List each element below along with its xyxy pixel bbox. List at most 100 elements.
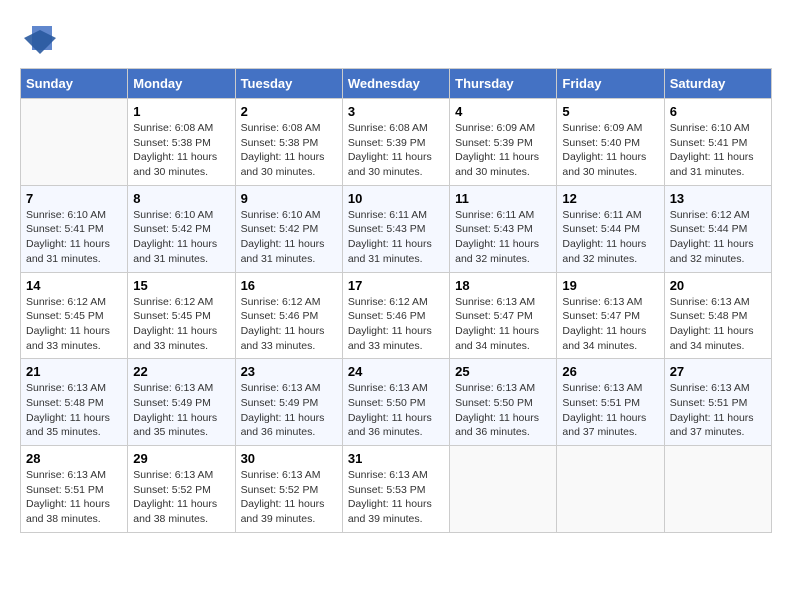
calendar-cell — [557, 446, 664, 533]
header-tuesday: Tuesday — [235, 69, 342, 99]
day-info: Sunrise: 6:13 AMSunset: 5:49 PMDaylight:… — [241, 381, 337, 440]
calendar-header-row: SundayMondayTuesdayWednesdayThursdayFrid… — [21, 69, 772, 99]
day-number: 28 — [26, 451, 122, 466]
calendar-cell: 24 Sunrise: 6:13 AMSunset: 5:50 PMDayligh… — [342, 359, 449, 446]
calendar-table: SundayMondayTuesdayWednesdayThursdayFrid… — [20, 68, 772, 533]
day-info: Sunrise: 6:11 AMSunset: 5:43 PMDaylight:… — [455, 208, 551, 267]
day-info: Sunrise: 6:12 AMSunset: 5:46 PMDaylight:… — [241, 295, 337, 354]
header-saturday: Saturday — [664, 69, 771, 99]
logo-icon — [24, 22, 56, 58]
calendar-week-5: 28Sunrise: 6:13 AMSunset: 5:51 PMDayligh… — [21, 446, 772, 533]
day-info: Sunrise: 6:12 AMSunset: 5:45 PMDaylight:… — [133, 295, 229, 354]
day-info: Sunrise: 6:13 AMSunset: 5:49 PMDaylight:… — [133, 381, 229, 440]
day-number: 20 — [670, 278, 766, 293]
day-info: Sunrise: 6:09 AMSunset: 5:40 PMDaylight:… — [562, 121, 658, 180]
day-info: Sunrise: 6:13 AMSunset: 5:50 PMDaylight:… — [348, 381, 444, 440]
calendar-cell: 22Sunrise: 6:13 AMSunset: 5:49 PMDayligh… — [128, 359, 235, 446]
day-info: Sunrise: 6:10 AMSunset: 5:41 PMDaylight:… — [26, 208, 122, 267]
day-number: 14 — [26, 278, 122, 293]
calendar-cell: 7 Sunrise: 6:10 AMSunset: 5:41 PMDaylight… — [21, 185, 128, 272]
day-number: 25 — [455, 364, 551, 379]
day-info: Sunrise: 6:13 AMSunset: 5:52 PMDaylight:… — [241, 468, 337, 527]
day-info: Sunrise: 6:13 AMSunset: 5:50 PMDaylight:… — [455, 381, 551, 440]
day-number: 27 — [670, 364, 766, 379]
calendar-cell: 5Sunrise: 6:09 AMSunset: 5:40 PMDaylight… — [557, 99, 664, 186]
day-number: 17 — [348, 278, 444, 293]
day-number: 18 — [455, 278, 551, 293]
calendar-cell: 12Sunrise: 6:11 AMSunset: 5:44 PMDayligh… — [557, 185, 664, 272]
calendar-cell: 17 Sunrise: 6:12 AMSunset: 5:46 PMDayligh… — [342, 272, 449, 359]
day-number: 30 — [241, 451, 337, 466]
day-info: Sunrise: 6:13 AMSunset: 5:47 PMDaylight:… — [455, 295, 551, 354]
calendar-cell: 16 Sunrise: 6:12 AMSunset: 5:46 PMDayligh… — [235, 272, 342, 359]
day-info: Sunrise: 6:12 AMSunset: 5:45 PMDaylight:… — [26, 295, 122, 354]
calendar-cell: 19 Sunrise: 6:13 AMSunset: 5:47 PMDayligh… — [557, 272, 664, 359]
day-info: Sunrise: 6:13 AMSunset: 5:53 PMDaylight:… — [348, 468, 444, 527]
day-number: 12 — [562, 191, 658, 206]
calendar-cell: 26 Sunrise: 6:13 AMSunset: 5:51 PMDayligh… — [557, 359, 664, 446]
calendar-cell: 14 Sunrise: 6:12 AMSunset: 5:45 PMDayligh… — [21, 272, 128, 359]
calendar-cell: 20 Sunrise: 6:13 AMSunset: 5:48 PMDayligh… — [664, 272, 771, 359]
calendar-cell: 6 Sunrise: 6:10 AMSunset: 5:41 PMDaylight… — [664, 99, 771, 186]
header-thursday: Thursday — [450, 69, 557, 99]
calendar-cell: 1 Sunrise: 6:08 AMSunset: 5:38 PMDaylight… — [128, 99, 235, 186]
calendar-week-4: 21Sunrise: 6:13 AMSunset: 5:48 PMDayligh… — [21, 359, 772, 446]
page-header — [20, 20, 772, 58]
day-number: 24 — [348, 364, 444, 379]
day-number: 6 — [670, 104, 766, 119]
day-number: 29 — [133, 451, 229, 466]
calendar-week-1: 1 Sunrise: 6:08 AMSunset: 5:38 PMDaylight… — [21, 99, 772, 186]
day-number: 13 — [670, 191, 766, 206]
calendar-cell: 21Sunrise: 6:13 AMSunset: 5:48 PMDayligh… — [21, 359, 128, 446]
day-info: Sunrise: 6:13 AMSunset: 5:47 PMDaylight:… — [562, 295, 658, 354]
day-info: Sunrise: 6:10 AMSunset: 5:42 PMDaylight:… — [133, 208, 229, 267]
day-number: 31 — [348, 451, 444, 466]
calendar-cell: 8 Sunrise: 6:10 AMSunset: 5:42 PMDaylight… — [128, 185, 235, 272]
day-info: Sunrise: 6:13 AMSunset: 5:51 PMDaylight:… — [562, 381, 658, 440]
calendar-cell — [450, 446, 557, 533]
day-number: 21 — [26, 364, 122, 379]
day-info: Sunrise: 6:12 AMSunset: 5:44 PMDaylight:… — [670, 208, 766, 267]
day-info: Sunrise: 6:08 AMSunset: 5:39 PMDaylight:… — [348, 121, 444, 180]
day-number: 1 — [133, 104, 229, 119]
day-number: 2 — [241, 104, 337, 119]
calendar-cell: 9Sunrise: 6:10 AMSunset: 5:42 PMDaylight… — [235, 185, 342, 272]
day-info: Sunrise: 6:10 AMSunset: 5:41 PMDaylight:… — [670, 121, 766, 180]
calendar-week-2: 7 Sunrise: 6:10 AMSunset: 5:41 PMDaylight… — [21, 185, 772, 272]
day-info: Sunrise: 6:12 AMSunset: 5:46 PMDaylight:… — [348, 295, 444, 354]
calendar-cell: 2 Sunrise: 6:08 AMSunset: 5:38 PMDaylight… — [235, 99, 342, 186]
day-info: Sunrise: 6:08 AMSunset: 5:38 PMDaylight:… — [133, 121, 229, 180]
day-info: Sunrise: 6:10 AMSunset: 5:42 PMDaylight:… — [241, 208, 337, 267]
calendar-cell: 18 Sunrise: 6:13 AMSunset: 5:47 PMDayligh… — [450, 272, 557, 359]
day-info: Sunrise: 6:13 AMSunset: 5:51 PMDaylight:… — [670, 381, 766, 440]
day-info: Sunrise: 6:09 AMSunset: 5:39 PMDaylight:… — [455, 121, 551, 180]
calendar-cell: 28Sunrise: 6:13 AMSunset: 5:51 PMDayligh… — [21, 446, 128, 533]
day-number: 11 — [455, 191, 551, 206]
calendar-cell — [21, 99, 128, 186]
day-number: 3 — [348, 104, 444, 119]
day-number: 8 — [133, 191, 229, 206]
calendar-cell: 23 Sunrise: 6:13 AMSunset: 5:49 PMDayligh… — [235, 359, 342, 446]
calendar-cell: 10Sunrise: 6:11 AMSunset: 5:43 PMDayligh… — [342, 185, 449, 272]
header-monday: Monday — [128, 69, 235, 99]
day-info: Sunrise: 6:13 AMSunset: 5:48 PMDaylight:… — [670, 295, 766, 354]
calendar-cell: 31 Sunrise: 6:13 AMSunset: 5:53 PMDayligh… — [342, 446, 449, 533]
day-number: 19 — [562, 278, 658, 293]
calendar-cell — [664, 446, 771, 533]
day-number: 4 — [455, 104, 551, 119]
header-wednesday: Wednesday — [342, 69, 449, 99]
day-number: 15 — [133, 278, 229, 293]
header-sunday: Sunday — [21, 69, 128, 99]
calendar-cell: 15 Sunrise: 6:12 AMSunset: 5:45 PMDayligh… — [128, 272, 235, 359]
calendar-cell: 30 Sunrise: 6:13 AMSunset: 5:52 PMDayligh… — [235, 446, 342, 533]
calendar-cell: 3 Sunrise: 6:08 AMSunset: 5:39 PMDaylight… — [342, 99, 449, 186]
day-number: 16 — [241, 278, 337, 293]
calendar-cell: 25 Sunrise: 6:13 AMSunset: 5:50 PMDayligh… — [450, 359, 557, 446]
day-number: 7 — [26, 191, 122, 206]
day-info: Sunrise: 6:08 AMSunset: 5:38 PMDaylight:… — [241, 121, 337, 180]
day-number: 26 — [562, 364, 658, 379]
day-number: 23 — [241, 364, 337, 379]
header-friday: Friday — [557, 69, 664, 99]
calendar-cell: 11 Sunrise: 6:11 AMSunset: 5:43 PMDayligh… — [450, 185, 557, 272]
calendar-week-3: 14 Sunrise: 6:12 AMSunset: 5:45 PMDayligh… — [21, 272, 772, 359]
